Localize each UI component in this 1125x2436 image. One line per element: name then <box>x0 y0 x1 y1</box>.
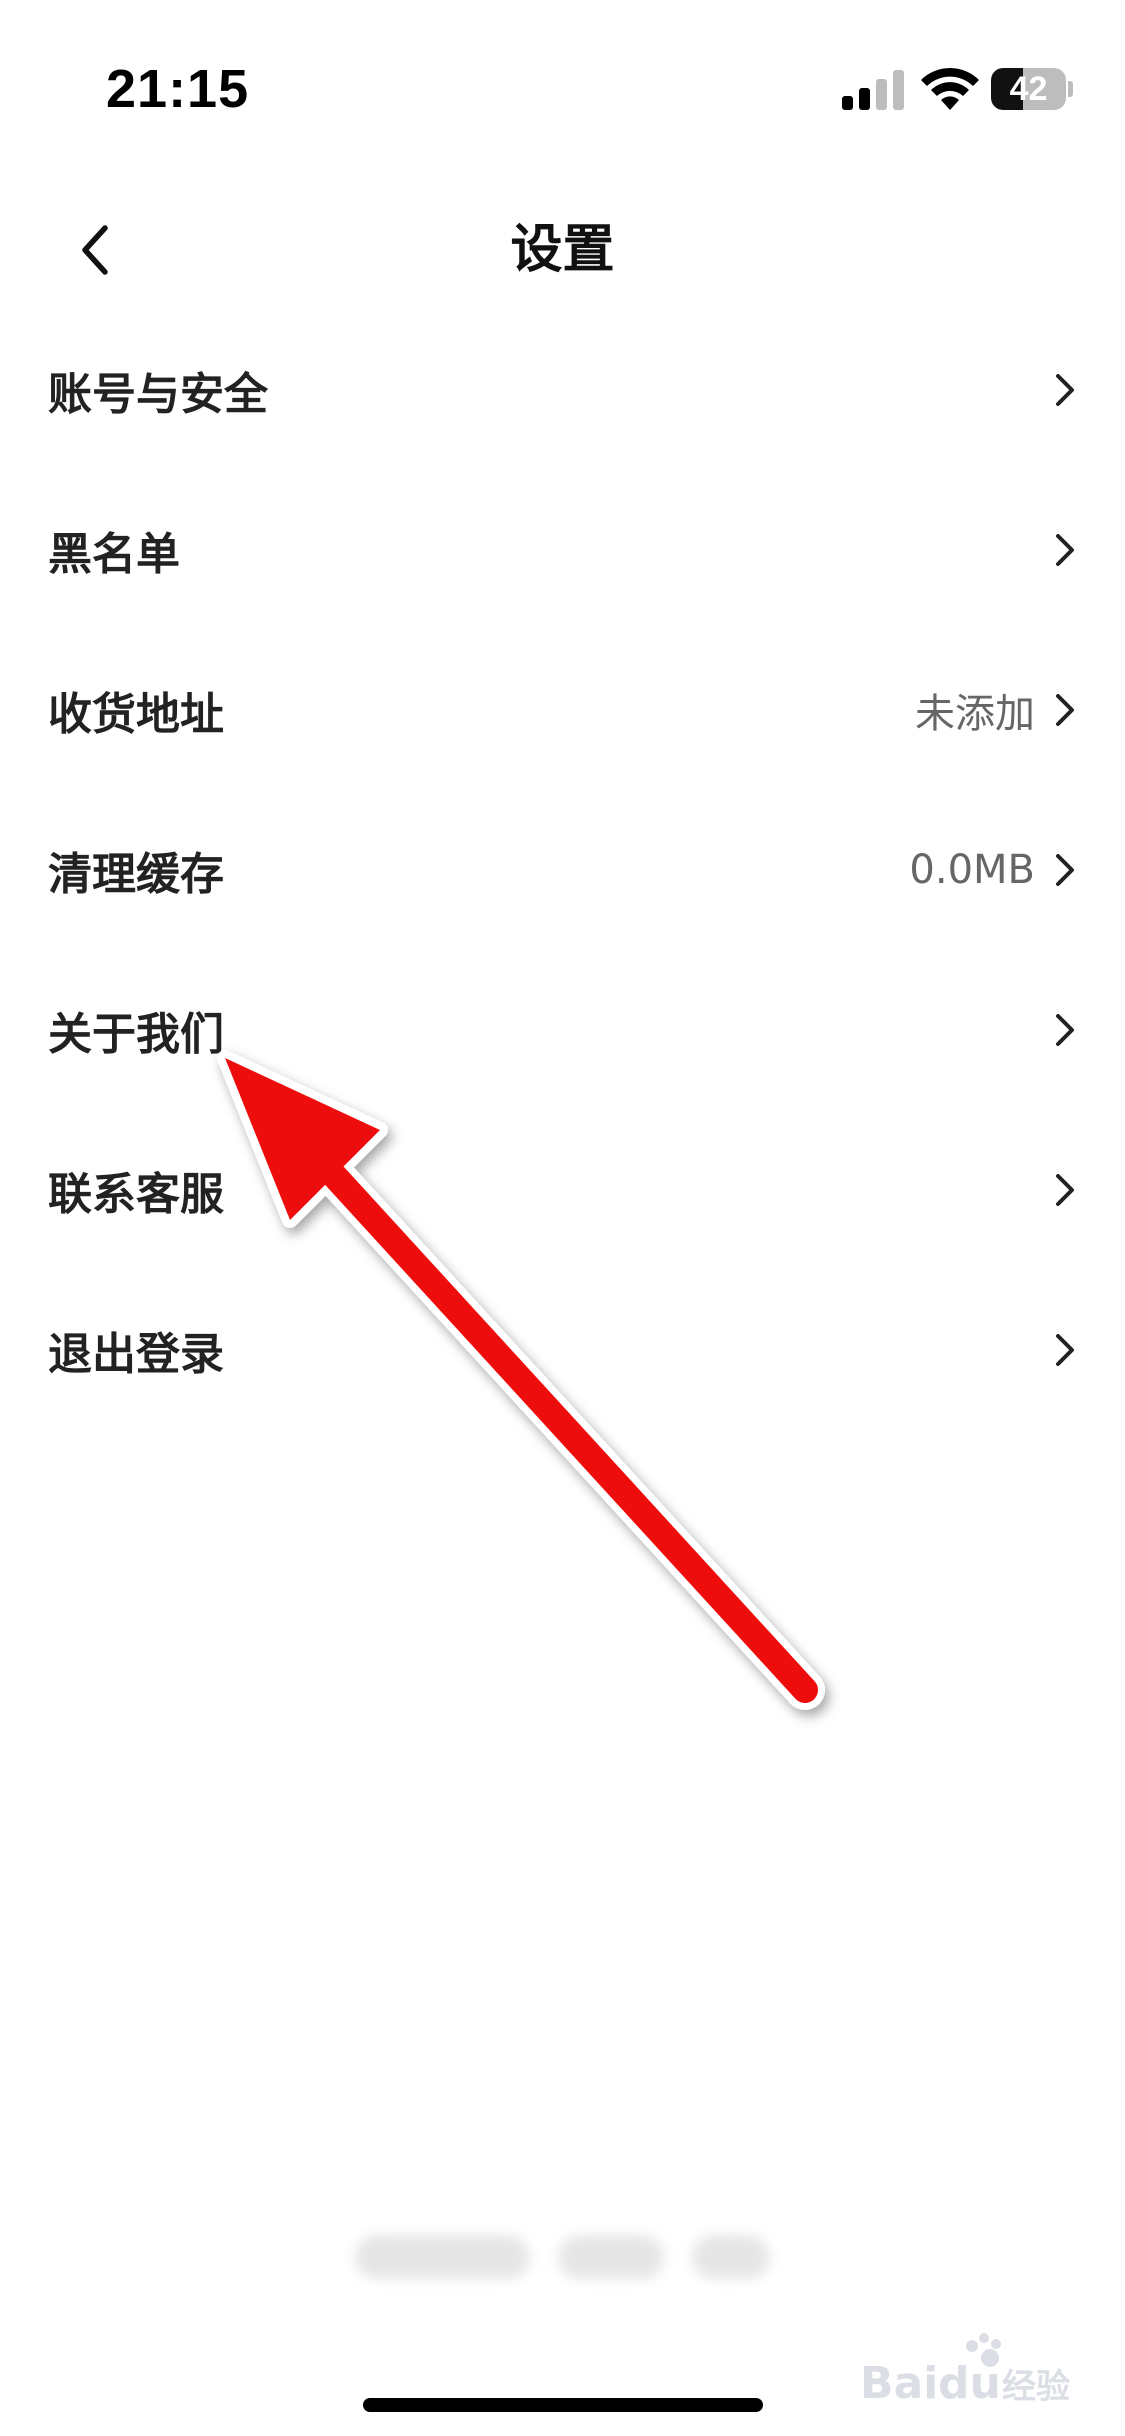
settings-item-label: 联系客服 <box>48 1169 224 1220</box>
chevron-right-icon <box>1053 1170 1077 1210</box>
chevron-right-icon <box>1053 1010 1077 1050</box>
chevron-right-icon <box>1053 530 1077 570</box>
settings-item-blacklist[interactable]: 黑名单 <box>0 470 1125 630</box>
svg-text:Bai: Bai <box>860 2358 938 2409</box>
home-indicator[interactable] <box>363 2398 763 2412</box>
baidu-watermark-logo: Bai du 经验 <box>860 2333 1070 2409</box>
settings-item-clear-cache[interactable]: 清理缓存 0.0MB <box>0 790 1125 950</box>
settings-item-label: 关于我们 <box>48 1009 224 1060</box>
settings-item-value: 0.0MB <box>909 847 1035 893</box>
svg-text:经验: 经验 <box>1002 2367 1070 2407</box>
wifi-icon <box>921 67 979 110</box>
battery-icon: 42 <box>991 68 1073 110</box>
page-title: 设置 <box>510 220 615 280</box>
settings-list: 账号与安全 黑名单 收货地址 未添加 清理缓存 0.0MB 关于我们 联系客服 … <box>0 310 1125 1430</box>
settings-item-shipping-address[interactable]: 收货地址 未添加 <box>0 630 1125 790</box>
settings-item-label: 黑名单 <box>48 529 180 580</box>
settings-item-value: 未添加 <box>915 691 1035 737</box>
status-time: 21:15 <box>106 59 250 119</box>
settings-item-logout[interactable]: 退出登录 <box>0 1270 1125 1430</box>
settings-item-contact-support[interactable]: 联系客服 <box>0 1110 1125 1270</box>
svg-text:du: du <box>938 2358 1001 2409</box>
settings-item-label: 账号与安全 <box>48 369 268 420</box>
status-bar: 21:15 42 <box>0 0 1125 180</box>
chevron-right-icon <box>1053 850 1077 890</box>
chevron-right-icon <box>1053 690 1077 730</box>
signal-icon <box>842 70 904 110</box>
blurred-footer-text <box>355 2235 771 2285</box>
settings-item-label: 收货地址 <box>48 689 224 740</box>
battery-level: 42 <box>1009 70 1048 108</box>
chevron-right-icon <box>1053 370 1077 410</box>
settings-item-account-security[interactable]: 账号与安全 <box>0 310 1125 470</box>
settings-item-label: 退出登录 <box>48 1329 224 1380</box>
chevron-right-icon <box>1053 1330 1077 1370</box>
settings-item-about-us[interactable]: 关于我们 <box>0 950 1125 1110</box>
settings-item-label: 清理缓存 <box>48 849 224 900</box>
